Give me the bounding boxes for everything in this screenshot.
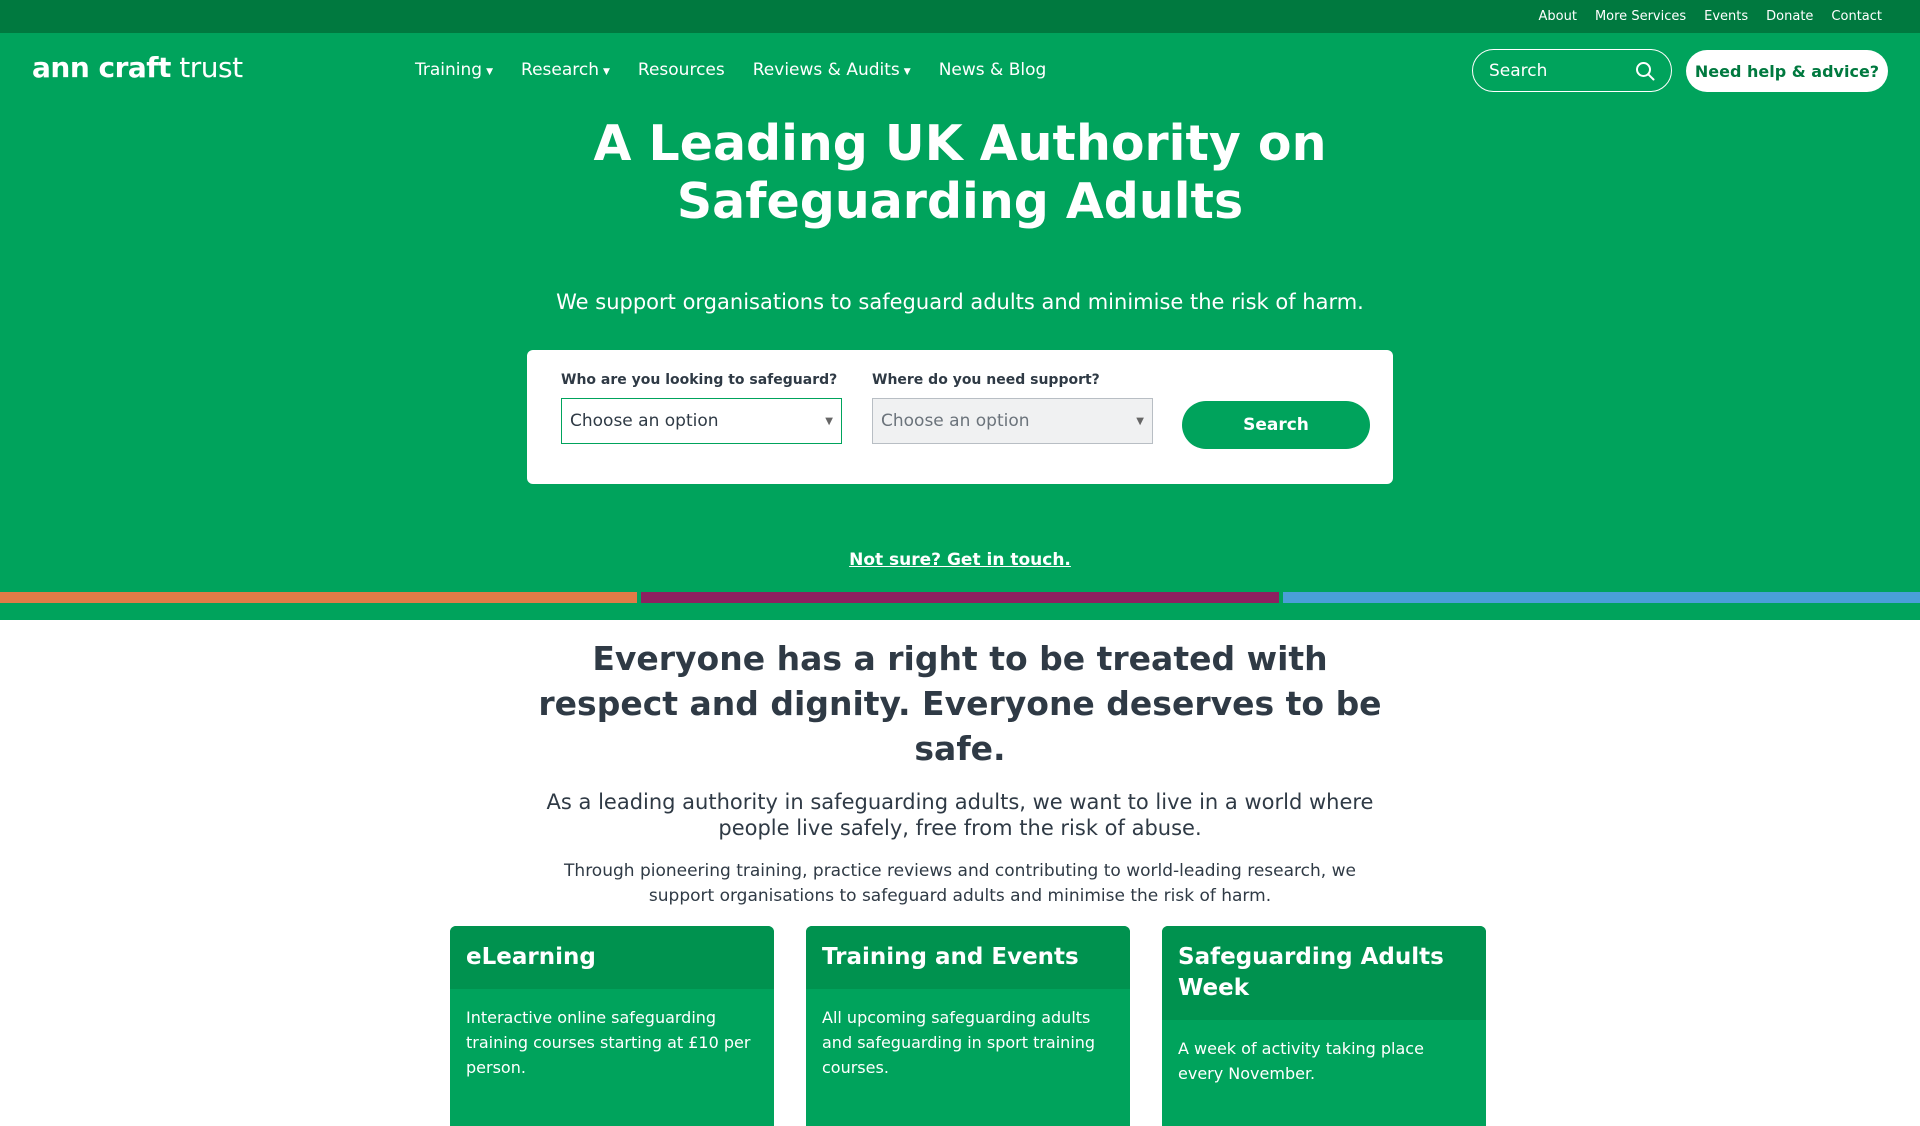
where-field: Where do you need support? Choose an opt… [872, 372, 1153, 444]
who-label: Who are you looking to safeguard? [561, 372, 838, 388]
nav-menu: Training ▼ Research ▼ Resources Reviews & … [415, 60, 1074, 80]
card-title: eLearning [450, 926, 774, 989]
who-field: Who are you looking to safeguard? Choose… [561, 372, 842, 444]
where-select[interactable]: Choose an option ▼ [872, 398, 1153, 444]
where-label: Where do you need support? [872, 372, 1100, 388]
intro-heading: Everyone has a right to be treated with … [538, 639, 1382, 768]
nav-item-reviews-audits[interactable]: Reviews & Audits ▼ [753, 60, 911, 80]
get-in-touch-link[interactable]: Not sure? Get in touch. [849, 550, 1071, 570]
main-nav: ann craft trust Training ▼ Research ▼ Reso… [0, 33, 1920, 107]
hero-title: A Leading UK Authority on Safeguarding A… [593, 115, 1327, 230]
chevron-down-icon: ▼ [903, 66, 911, 77]
search-icon[interactable] [1635, 61, 1655, 81]
search-input[interactable] [1489, 60, 1629, 81]
who-select[interactable]: Choose an option ▼ [561, 398, 842, 444]
stripe-orange [0, 592, 638, 603]
hero-section: ann craft trust Training ▼ Research ▼ Reso… [0, 33, 1920, 620]
dropdown-arrow-icon: ▼ [1136, 415, 1144, 427]
topbar-link-donate[interactable]: Donate [1766, 9, 1813, 24]
topbar-link-contact[interactable]: Contact [1831, 9, 1882, 24]
site-logo[interactable]: ann craft trust [32, 51, 243, 84]
support-finder: Who are you looking to safeguard? Choose… [527, 350, 1393, 484]
intro-body: Through pioneering training, practice re… [564, 861, 1356, 906]
intro-lead: As a leading authority in safeguarding a… [546, 790, 1374, 840]
nav-search-box [1472, 49, 1672, 92]
nav-item-news-blog[interactable]: News & Blog [939, 60, 1047, 80]
card-text: A week of activity taking place every No… [1178, 1039, 1424, 1083]
nav-item-resources[interactable]: Resources [638, 60, 725, 80]
finder-search-button[interactable]: Search [1182, 401, 1370, 449]
intro-section: Everyone has a right to be treated with … [0, 636, 1920, 909]
card-elearning[interactable]: eLearning Interactive online safeguardin… [450, 926, 774, 1126]
stripe-blue [1282, 592, 1920, 603]
card-title: Safeguarding Adults Week [1162, 926, 1486, 1020]
utility-bar: About More Services Events Donate Contac… [0, 0, 1920, 33]
nav-item-research[interactable]: Research ▼ [521, 60, 610, 80]
feature-cards: eLearning Interactive online safeguardin… [450, 926, 1486, 1126]
not-sure-wrapper: Not sure? Get in touch. [0, 550, 1920, 570]
card-training-events[interactable]: Training and Events All upcoming safegua… [806, 926, 1130, 1126]
color-stripes [0, 592, 1920, 603]
chevron-down-icon: ▼ [486, 66, 494, 77]
chevron-down-icon: ▼ [603, 66, 610, 77]
nav-item-training[interactable]: Training ▼ [415, 60, 493, 80]
topbar-link-about[interactable]: About [1539, 9, 1577, 24]
help-advice-button[interactable]: Need help & advice? [1686, 50, 1888, 92]
card-safeguarding-week[interactable]: Safeguarding Adults Week A week of activ… [1162, 926, 1486, 1126]
hero-subtitle: We support organisations to safeguard ad… [556, 290, 1364, 314]
dropdown-arrow-icon: ▼ [825, 415, 833, 427]
topbar-link-more-services[interactable]: More Services [1595, 9, 1686, 24]
topbar-link-events[interactable]: Events [1704, 9, 1748, 24]
card-title: Training and Events [806, 926, 1130, 989]
stripe-purple [641, 592, 1279, 603]
